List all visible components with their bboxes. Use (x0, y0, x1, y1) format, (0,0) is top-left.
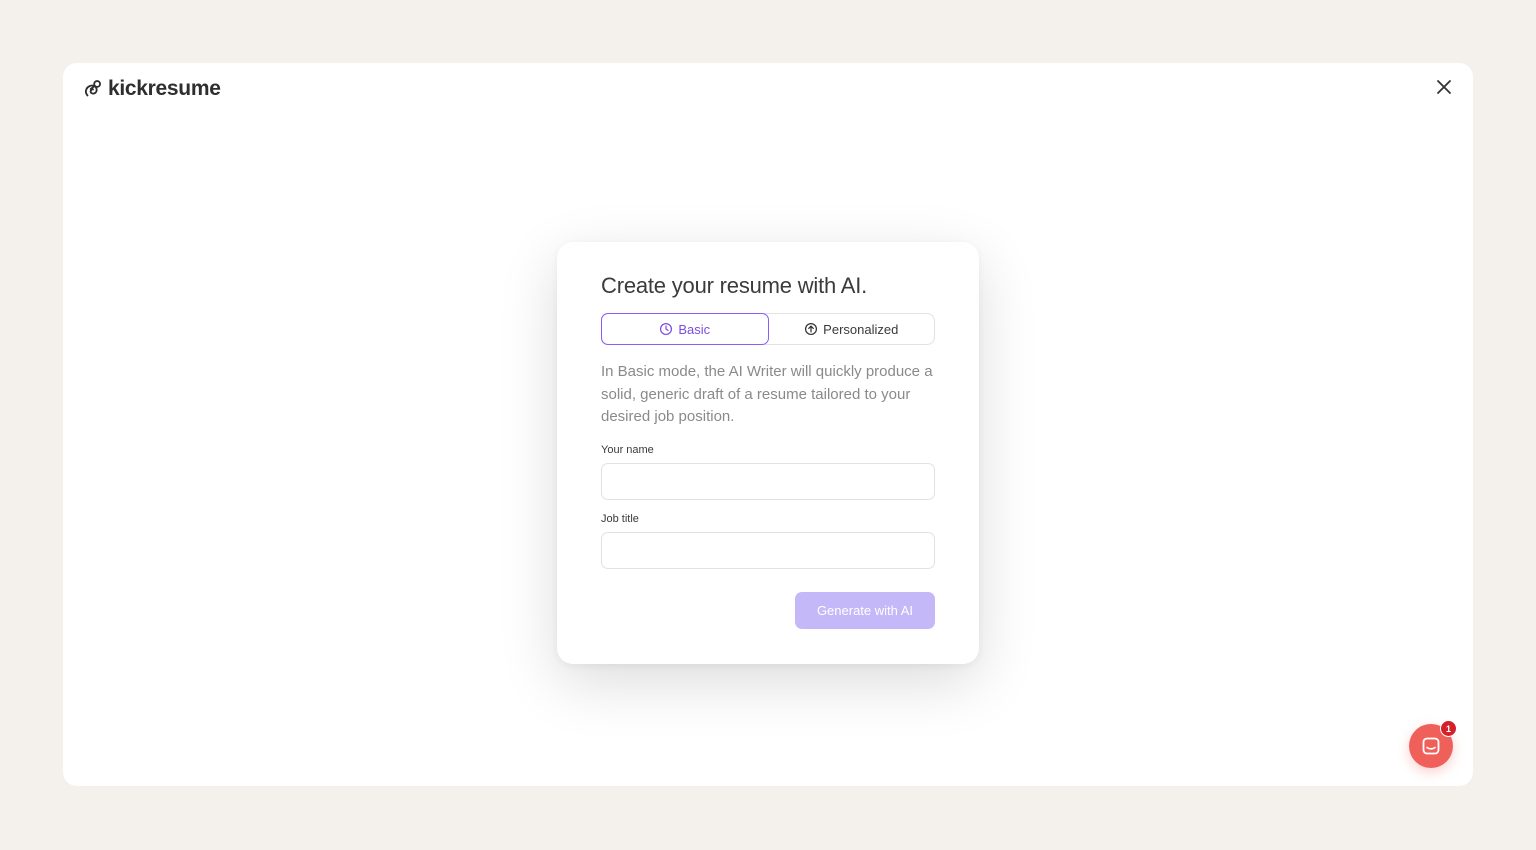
name-field-label: Your name (601, 443, 654, 456)
app-window: kickresume Create your resume with AI. B… (63, 63, 1473, 786)
close-icon (1437, 80, 1451, 94)
name-input[interactable] (601, 462, 935, 500)
brand-logo[interactable]: kickresume (82, 77, 221, 101)
clock-icon (660, 322, 673, 336)
tab-personalized-label: Personalized (823, 321, 899, 337)
job-title-input[interactable] (601, 531, 935, 569)
create-resume-dialog: Create your resume with AI. Basic Person… (557, 242, 979, 664)
generate-with-ai-button[interactable]: Generate with AI (795, 591, 935, 629)
tab-basic-label: Basic (678, 321, 711, 337)
tab-basic[interactable]: Basic (601, 313, 769, 345)
dialog-title: Create your resume with AI. (601, 273, 868, 298)
kickresume-logo-icon (84, 80, 101, 97)
chat-icon (1422, 737, 1440, 755)
close-button[interactable] (1433, 76, 1455, 98)
tab-personalized[interactable]: Personalized (769, 314, 935, 344)
dialog-actions: Generate with AI (601, 591, 935, 629)
brand-name: kickresume (108, 77, 221, 100)
chat-launcher-button[interactable]: 1 (1409, 720, 1457, 768)
job-title-field-label: Job title (601, 512, 639, 525)
mode-tabs: Basic Personalized (601, 313, 935, 345)
mode-description: In Basic mode, the AI Writer will quickl… (601, 363, 933, 425)
notification-badge: 1 (1440, 720, 1457, 737)
upload-circle-icon (805, 322, 818, 336)
